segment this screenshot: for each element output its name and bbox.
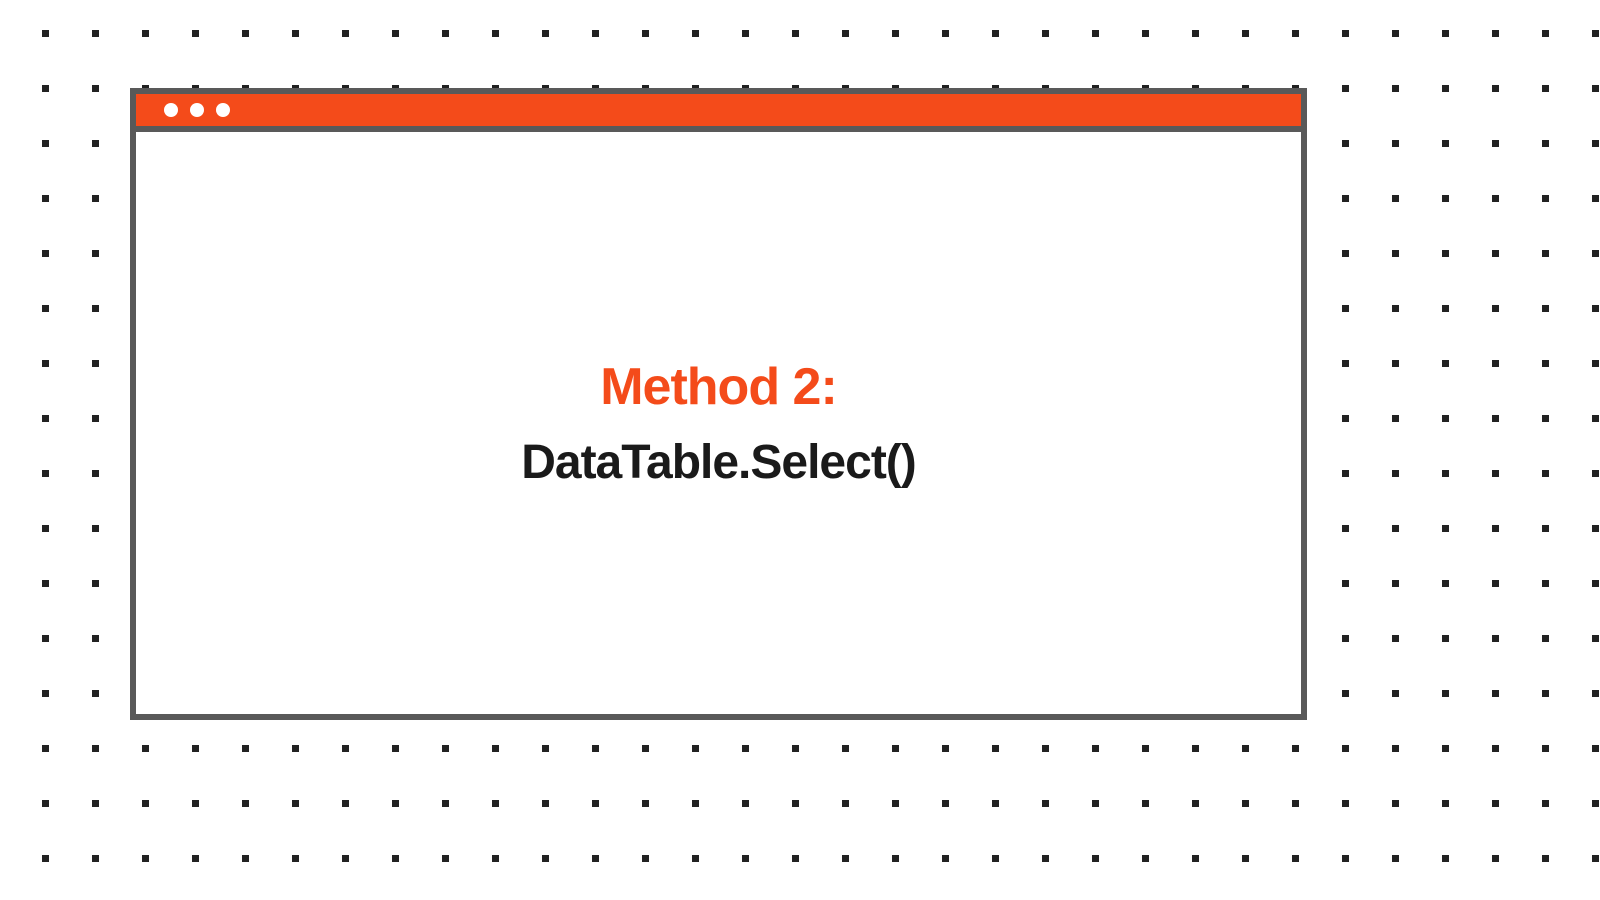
traffic-light-icon: [164, 103, 178, 117]
slide-subheading: DataTable.Select(): [521, 435, 916, 490]
window-frame: Method 2: DataTable.Select(): [130, 88, 1307, 720]
traffic-light-icon: [216, 103, 230, 117]
slide-heading: Method 2:: [600, 357, 837, 417]
window-body: Method 2: DataTable.Select(): [136, 132, 1301, 714]
traffic-light-icon: [190, 103, 204, 117]
window-titlebar: [136, 94, 1301, 132]
